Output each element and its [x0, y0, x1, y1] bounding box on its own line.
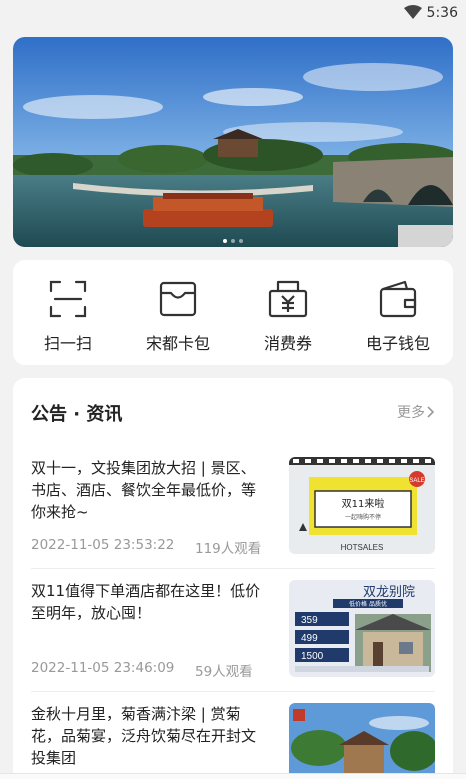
sale-poster-icon: SALE 双11来啦 一起嗨购不停 HOTSALES [289, 457, 435, 554]
quick-action-label: 宋都卡包 [145, 334, 210, 353]
svg-text:低价格 品质优: 低价格 品质优 [349, 600, 387, 608]
quick-action-label: 消费券 [263, 334, 312, 353]
quick-action-scan[interactable]: 扫一扫 [13, 260, 123, 365]
news-item[interactable]: 双11值得下单酒店都在这里！低价至明年，放心囤！ 2022-11-05 23:4… [31, 580, 435, 680]
news-divider [31, 691, 435, 692]
news-item-thumbnail: 双龙别院 低价格 品质优 359 499 1500 [289, 580, 435, 677]
temple-photo-icon [289, 703, 435, 779]
quick-action-label: 电子钱包 [365, 334, 430, 353]
card-wallet-icon [159, 281, 197, 317]
scenic-photo-icon [13, 37, 453, 247]
status-bar: 5:36 [0, 0, 466, 28]
scan-icon [49, 280, 87, 318]
chevron-right-icon [427, 406, 435, 418]
svg-text:一起嗨购不停: 一起嗨购不停 [345, 513, 381, 521]
carousel-dot[interactable] [231, 239, 235, 243]
svg-text:499: 499 [301, 633, 318, 644]
news-item[interactable]: 金秋十月里，菊香满汴梁 | 赏菊花，品菊宴，泛舟饮菊尽在开封文投集团 [31, 703, 435, 779]
hotel-poster-icon: 双龙别院 低价格 品质优 359 499 1500 [289, 580, 435, 677]
svg-text:双11来啦: 双11来啦 [342, 497, 385, 510]
carousel-dots [13, 239, 453, 243]
svg-text:HOTSALES: HOTSALES [341, 543, 384, 552]
news-item-views: 59人观看 [195, 664, 253, 680]
svg-text:1500: 1500 [301, 651, 324, 662]
wifi-icon [404, 5, 422, 19]
carousel-dot[interactable] [239, 239, 243, 243]
news-title: 公告 · 资讯 [31, 404, 123, 425]
news-item-text: 金秋十月里，菊香满汴梁 | 赏菊花，品菊宴，泛舟饮菊尽在开封文投集团 [31, 705, 257, 767]
quick-action-card-wallet[interactable]: 宋都卡包 [123, 260, 233, 365]
news-item-text: 双十一，文投集团放大招 | 景区、书店、酒店、餐饮全年最低价，等你来抢~ [31, 459, 257, 521]
svg-text:359: 359 [301, 615, 318, 626]
quick-action-coupon[interactable]: 消费券 [233, 260, 343, 365]
svg-text:双龙别院: 双龙别院 [363, 585, 415, 600]
more-label: 更多 [397, 405, 425, 421]
svg-text:SALE: SALE [409, 478, 424, 484]
quick-action-e-wallet[interactable]: 电子钱包 [343, 260, 453, 365]
news-item-views: 119人观看 [195, 541, 262, 557]
quick-action-label: 扫一扫 [43, 334, 92, 353]
news-divider [31, 568, 435, 569]
banner-carousel[interactable] [13, 37, 453, 247]
news-item-date: 2022-11-05 23:46:09 [31, 660, 175, 676]
wallet-icon [379, 280, 417, 318]
news-item-thumbnail: SALE 双11来啦 一起嗨购不停 HOTSALES [289, 457, 435, 554]
news-header: 公告 · 资讯 更多 [31, 400, 435, 425]
more-link[interactable]: 更多 [397, 402, 435, 422]
carousel-dot-active[interactable] [223, 239, 227, 243]
news-item-thumbnail [289, 703, 435, 779]
news-item-text: 双11值得下单酒店都在这里！低价至明年，放心囤！ [31, 582, 261, 622]
news-item-date: 2022-11-05 23:53:22 [31, 537, 175, 553]
news-item[interactable]: 双十一，文投集团放大招 | 景区、书店、酒店、餐饮全年最低价，等你来抢~ 202… [31, 457, 435, 557]
coupon-icon [268, 280, 308, 318]
quick-actions: 扫一扫 宋都卡包 消费券 电子钱包 [13, 260, 453, 365]
bottom-tab-bar[interactable] [0, 773, 466, 779]
news-panel: 公告 · 资讯 更多 双十一，文投集团放大招 | 景区、书店、酒店、餐饮全年最低… [13, 378, 453, 779]
status-time: 5:36 [426, 5, 458, 21]
